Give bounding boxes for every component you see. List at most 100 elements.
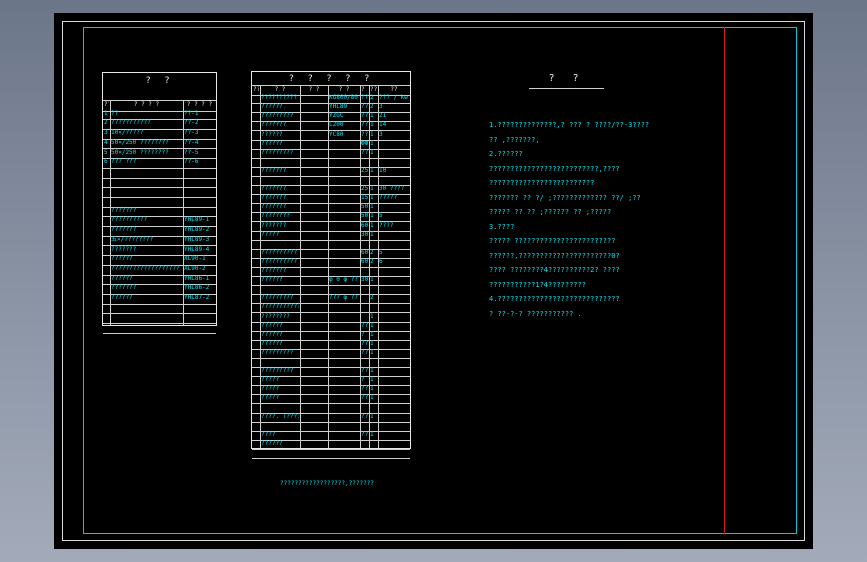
mid-table-cell: ??? φ ??? — [329, 294, 359, 302]
mid-table-cell: ???? — [261, 430, 276, 438]
mid-table-cell — [329, 449, 359, 458]
mid-table-cell: 1 — [370, 276, 374, 284]
mid-table-cell — [253, 303, 259, 312]
mid-table-cell — [253, 149, 259, 158]
left-table-cell — [104, 178, 109, 188]
mid-table-cell: 1 — [370, 212, 374, 220]
mid-table-cell — [253, 140, 259, 149]
mid-table-cell — [301, 367, 327, 376]
note-line: 3.???? — [489, 222, 515, 231]
mid-table-cell — [329, 222, 359, 231]
mid-table-cell — [329, 349, 359, 358]
mid-table-cell — [301, 176, 327, 185]
mid-table-cell: 2 — [370, 248, 374, 256]
mid-table-cell — [329, 340, 359, 349]
mid-table-cell: 1 — [370, 130, 374, 138]
mid-table-cell: ?????? — [261, 339, 283, 347]
drawing-sheet: ? ? ??? ? ? ?? ? ? ?1????-12????????????… — [54, 13, 813, 549]
mid-table-cell: ???????? — [261, 212, 290, 220]
mid-table-cell — [329, 431, 359, 440]
left-table-cell: 1 — [104, 109, 108, 117]
mid-table-cell — [301, 94, 327, 103]
mid-table-cell — [329, 313, 359, 322]
note-line: 2.?????? — [489, 150, 523, 158]
mid-table-cell — [253, 340, 259, 349]
mid-table-cell — [361, 158, 368, 167]
left-table-cell: ??-2 — [184, 119, 199, 127]
left-table-cell — [111, 313, 182, 323]
mid-table-cell — [361, 294, 368, 303]
left-table-cell: ??-1 — [184, 109, 199, 117]
left-table-cell: YHL89-4 — [184, 245, 210, 253]
mid-table-cell: ???-1.5 — [361, 130, 368, 138]
mid-table-cell: 3 — [379, 130, 383, 138]
mid-table-cell — [361, 285, 368, 294]
note-line: ??????? ?? ?/ ;????????????? ??/ ;?? — [489, 193, 641, 202]
mid-table-cell: ??????? — [261, 185, 287, 193]
left-table-cell: ??????????????????? — [111, 264, 180, 272]
left-table-cell: ??????????? — [111, 119, 151, 127]
mid-table-cell — [379, 140, 409, 149]
mid-table-cell: ??????? — [261, 221, 287, 229]
mid-table-cell — [361, 404, 368, 413]
mid-table-cell — [370, 176, 377, 185]
mid-table-cell — [379, 322, 409, 331]
equipment-table: ? ? ? ? ? ??? ?? ?? ?? ???????????????KG… — [251, 71, 411, 460]
left-table-cell — [111, 168, 182, 178]
mid-table-cell: 600/5 — [361, 257, 368, 265]
mid-table-cell: ?????????? — [261, 94, 298, 102]
note-line: ????? ???????????????????????? — [489, 237, 616, 245]
mid-table-cell: ?????? — [261, 139, 283, 147]
mid-table-cell — [253, 440, 259, 449]
mid-table-cell: 1 — [370, 339, 374, 347]
mid-table-cell: 2 — [370, 94, 374, 102]
left-table-cell: 4 — [104, 138, 108, 146]
mid-table-cell — [329, 194, 359, 203]
mid-table-cell — [379, 285, 409, 294]
mid-table-cell — [329, 404, 359, 413]
left-table-column-divider — [110, 100, 111, 325]
mid-table-cell: ???? — [379, 221, 394, 229]
note-line: ??????,??????????????????????0? — [489, 251, 620, 260]
mid-table-cell: ?????? — [261, 103, 283, 111]
mid-table-cell — [329, 212, 359, 221]
note-line: ??????????????????????????,???? — [489, 164, 620, 173]
mid-table-cell: ФФ — [361, 139, 368, 147]
mid-table-cell — [329, 231, 359, 240]
mid-table-cell: 1 — [370, 376, 374, 384]
mid-table-cell: ??????? — [261, 166, 287, 174]
mid-table-cell — [379, 231, 409, 240]
mid-table-cell — [329, 240, 359, 249]
left-table-cell — [184, 187, 215, 197]
mid-table-cell — [361, 358, 368, 367]
mid-table-cell — [301, 258, 327, 267]
mid-table-cell — [301, 440, 327, 449]
mid-table-cell — [329, 367, 359, 376]
mid-table-cell — [329, 358, 359, 367]
mid-table-cell — [301, 413, 327, 422]
mid-table-cell: 600/1500 — [361, 248, 368, 256]
mid-table-cell: ????? — [261, 385, 280, 393]
mid-table-cell — [253, 276, 259, 285]
mid-table-cell — [253, 358, 259, 367]
left-table-cell: ?? — [111, 109, 119, 117]
mid-table-cell: 1 — [370, 348, 374, 356]
left-table-cell: ??????? — [111, 245, 137, 253]
mid-table-cell: YZGC — [329, 112, 344, 120]
mid-table-cell — [253, 322, 259, 331]
left-table-cell — [111, 197, 182, 207]
mid-table-column-divider — [328, 85, 329, 448]
mid-table-cell — [261, 404, 299, 413]
mid-table-cell: ??????? — [261, 194, 287, 202]
mid-table-cell: 30 ???? — [379, 185, 405, 193]
mid-table-cell: ??????? — [261, 267, 287, 274]
mid-table-cell — [301, 349, 327, 358]
mid-table-cell — [329, 385, 359, 394]
note-line: ????????????????????????? — [489, 179, 595, 187]
left-table-cell — [111, 178, 182, 188]
mid-table-cell — [370, 303, 377, 312]
mid-table-cell — [370, 422, 377, 431]
mid-table-cell — [379, 367, 409, 376]
left-table-cell: YHL89-3 — [184, 235, 210, 243]
mid-table-cell: ?????? — [261, 439, 283, 447]
